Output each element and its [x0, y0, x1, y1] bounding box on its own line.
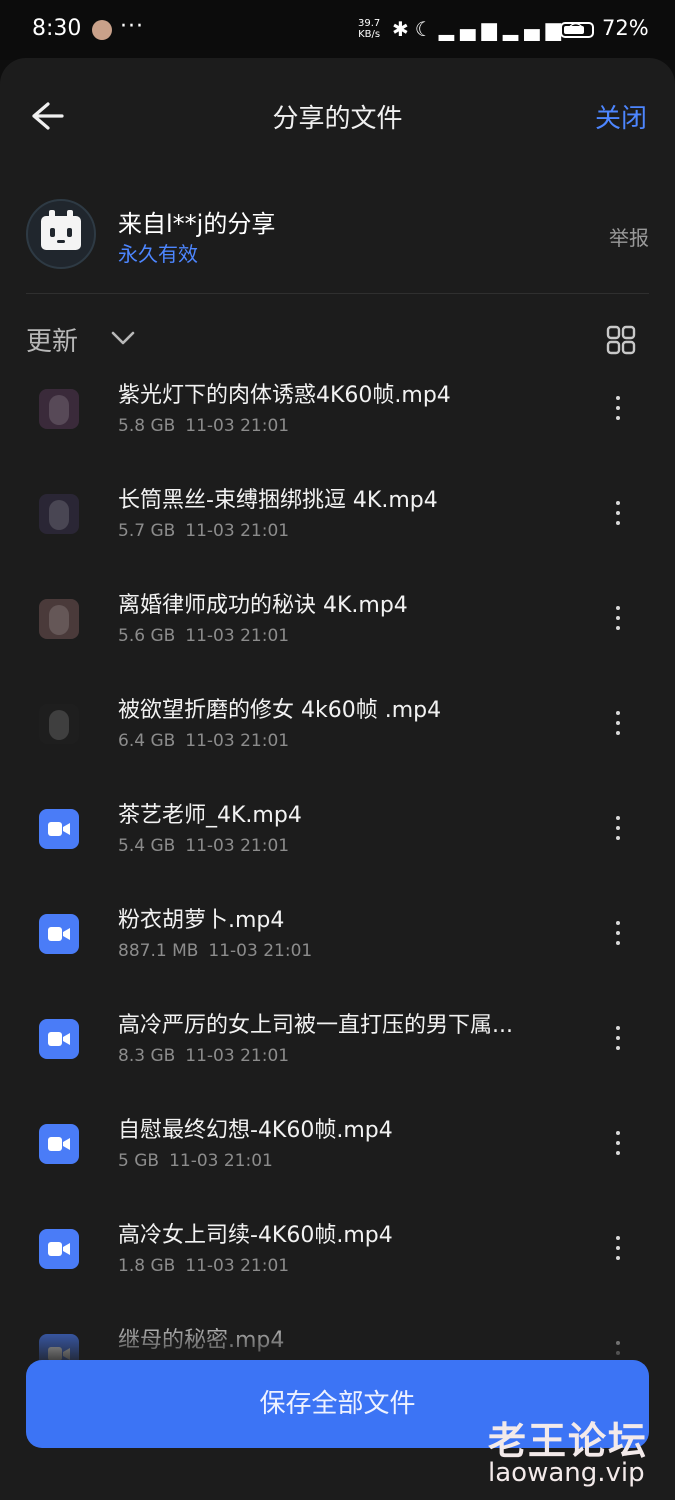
file-name: 粉衣胡萝卜.mp4: [118, 908, 285, 933]
status-time: 8:30: [32, 16, 82, 41]
network-speed-unit: KB/s: [358, 29, 381, 40]
network-speed-value: 39.7: [358, 18, 381, 29]
battery-percent: 72%: [602, 16, 649, 40]
sort-label: 更新: [26, 327, 79, 357]
more-notifications-icon: ···: [120, 14, 144, 39]
file-size: 5.7 GB: [118, 521, 176, 541]
file-row[interactable]: 高冷严厉的女上司被一直打压的男下属... 8.3 GB 11-03 21:01: [0, 995, 675, 1100]
file-name: 自慰最终幻想-4K60帧.mp4: [118, 1118, 393, 1143]
file-size: 6.4 GB: [118, 731, 176, 751]
file-size: 5.8 GB: [118, 416, 176, 436]
file-meta: 6.4 GB 11-03 21:01: [118, 731, 289, 751]
file-date: 11-03 21:01: [185, 416, 290, 436]
file-name: 被欲望折磨的修女 4k60帧 .mp4: [118, 698, 442, 723]
file-name: 离婚律师成功的秘诀 4K.mp4: [118, 593, 408, 618]
file-size: 5.6 GB: [118, 626, 176, 646]
signal-2-icon: ▂▄▆: [502, 17, 568, 41]
file-row[interactable]: 自慰最终幻想-4K60帧.mp4 5 GB 11-03 21:01: [0, 1100, 675, 1205]
file-row[interactable]: 紫光灯下的肉体诱惑4K60帧.mp4 5.8 GB 11-03 21:01: [0, 365, 675, 470]
file-name: 长筒黑丝-束缚捆绑挑逗 4K.mp4: [118, 488, 438, 513]
chevron-down-icon: [111, 331, 135, 345]
file-row[interactable]: 离婚律师成功的秘诀 4K.mp4 5.6 GB 11-03 21:01: [0, 575, 675, 680]
file-meta: 5.4 GB 11-03 21:01: [118, 836, 289, 856]
file-size: 8.3 GB: [118, 1046, 176, 1066]
file-list: 紫光灯下的肉体诱惑4K60帧.mp4 5.8 GB 11-03 21:01 长筒黑丝-…: [0, 365, 675, 1370]
file-row[interactable]: 长筒黑丝-束缚捆绑挑逗 4K.mp4 5.7 GB 11-03 21:01: [0, 470, 675, 575]
video-thumbnail: [39, 704, 79, 744]
file-date: 11-03 21:01: [185, 836, 290, 856]
file-row[interactable]: 茶艺老师_4K.mp4 5.4 GB 11-03 21:01: [0, 785, 675, 890]
more-options-icon[interactable]: [608, 808, 628, 848]
more-options-icon[interactable]: [608, 703, 628, 743]
more-options-icon[interactable]: [608, 598, 628, 638]
video-thumbnail: [39, 389, 79, 429]
network-speed: 39.7 KB/s: [358, 18, 380, 40]
file-date: 11-03 21:01: [185, 521, 290, 541]
file-date: 11-03 21:01: [185, 1046, 290, 1066]
video-file-icon: [39, 1229, 79, 1269]
file-row[interactable]: 粉衣胡萝卜.mp4 887.1 MB 11-03 21:01: [0, 890, 675, 995]
status-bar: 8:30 ··· 39.7 KB/s ✱☾▂▄▆▂▄▆◠ 72%: [0, 0, 675, 60]
file-name: 紫光灯下的肉体诱惑4K60帧.mp4: [118, 383, 451, 408]
share-owner-title: 来自l**j的分享: [118, 210, 276, 238]
file-date: 11-03 21:01: [185, 626, 290, 646]
bluetooth-icon: ✱: [392, 17, 415, 41]
notification-app-icon: [92, 20, 112, 40]
file-name: 茶艺老师_4K.mp4: [118, 803, 302, 828]
file-meta: 1.8 GB 11-03 21:01: [118, 1256, 289, 1276]
video-file-icon: [39, 914, 79, 954]
divider: [26, 293, 649, 294]
file-meta: 8.3 GB 11-03 21:01: [118, 1046, 289, 1066]
file-date: 11-03 21:01: [185, 1256, 290, 1276]
file-meta: 887.1 MB 11-03 21:01: [118, 941, 312, 961]
file-row[interactable]: 高冷女上司续-4K60帧.mp4 1.8 GB 11-03 21:01: [0, 1205, 675, 1310]
file-date: 11-03 21:01: [169, 1151, 273, 1171]
file-meta: 5.7 GB 11-03 21:01: [118, 521, 289, 541]
avatar-robot-icon: [41, 210, 81, 250]
video-file-icon: [39, 1124, 79, 1164]
file-size: 887.1 MB: [118, 941, 199, 961]
close-button[interactable]: 关闭: [595, 98, 647, 135]
file-meta: 5.8 GB 11-03 21:01: [118, 416, 289, 436]
file-date: 11-03 21:01: [208, 941, 313, 961]
watermark-name: 老王论坛: [488, 1419, 649, 1463]
more-options-icon[interactable]: [608, 1123, 628, 1163]
video-thumbnail: [39, 599, 79, 639]
page-title: 分享的文件: [272, 104, 403, 134]
file-name: 高冷女上司续-4K60帧.mp4: [118, 1223, 393, 1248]
signal-icon: ▂▄▆: [438, 17, 503, 41]
file-size: 5.4 GB: [118, 836, 176, 856]
more-options-icon[interactable]: [608, 1228, 628, 1268]
more-options-icon[interactable]: [608, 493, 628, 533]
share-validity: 永久有效: [118, 242, 198, 266]
file-meta: 5.6 GB 11-03 21:01: [118, 626, 289, 646]
dnd-moon-icon: ☾: [414, 17, 439, 41]
file-meta: 5 GB 11-03 21:01: [118, 1151, 273, 1171]
video-thumbnail: [39, 494, 79, 534]
battery-icon: [560, 22, 594, 38]
more-options-icon[interactable]: [608, 913, 628, 953]
file-size: 1.8 GB: [118, 1256, 176, 1276]
report-button[interactable]: 举报: [609, 222, 649, 251]
file-name: 高冷严厉的女上司被一直打压的男下属...: [118, 1013, 513, 1038]
sort-dropdown[interactable]: 更新: [26, 321, 135, 361]
file-row[interactable]: 被欲望折磨的修女 4k60帧 .mp4 6.4 GB 11-03 21:01: [0, 680, 675, 785]
file-date: 11-03 21:01: [185, 731, 290, 751]
video-file-icon: [39, 1019, 79, 1059]
grid-view-icon[interactable]: [606, 325, 636, 355]
video-file-icon: [39, 809, 79, 849]
watermark-url: laowang.vip: [488, 1458, 645, 1488]
more-options-icon[interactable]: [608, 1018, 628, 1058]
more-options-icon[interactable]: [608, 388, 628, 428]
avatar: [26, 199, 96, 269]
file-size: 5 GB: [118, 1151, 160, 1171]
